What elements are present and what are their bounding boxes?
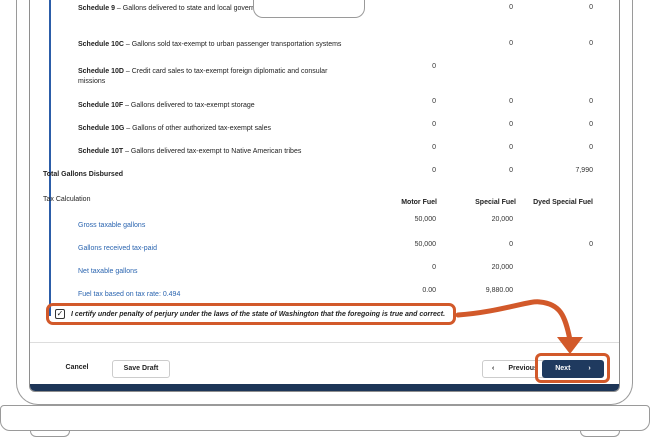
laptop-foot-right	[580, 431, 620, 437]
form-screen: Schedule 9 – Gallons delivered to state …	[30, 0, 619, 391]
screen-bezel: Schedule 9 – Gallons delivered to state …	[29, 0, 620, 392]
camera-notch	[253, 0, 365, 18]
laptop-base	[0, 405, 650, 431]
curved-arrow-annotation	[455, 299, 583, 354]
laptop-foot-left	[30, 431, 70, 437]
laptop-lid: Schedule 9 – Gallons delivered to state …	[16, 0, 633, 405]
